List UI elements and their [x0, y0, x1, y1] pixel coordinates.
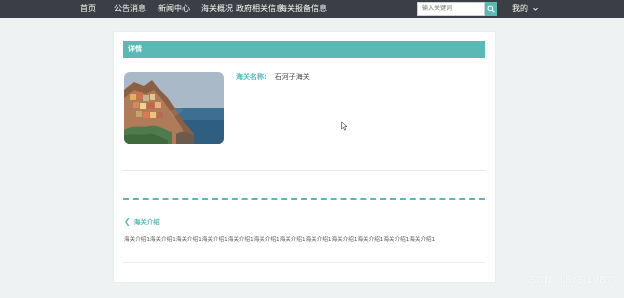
- csdn-watermark: CSDN @BYSJ1987: [523, 275, 612, 286]
- nav-government-info[interactable]: 政府相关信息: [236, 3, 284, 15]
- search-input[interactable]: [417, 2, 485, 16]
- bottom-separator: [123, 262, 485, 263]
- nav-announcements[interactable]: 公告消息: [114, 3, 146, 15]
- top-navigation-bar: 首页 公告消息 新闻中心 海关概况 政府相关信息 海关报备信息 我的: [0, 0, 624, 18]
- detail-card: 详情 海关名称: 石河子海关 ❮ 海关介绍 海关介绍1海关介绍1海关介绍1海关介…: [114, 32, 495, 282]
- intro-heading: ❮ 海关介绍: [124, 217, 160, 227]
- nav-customs-overview[interactable]: 海关概况: [201, 3, 233, 15]
- detail-title: 详情: [128, 45, 142, 53]
- landscape-image: [124, 72, 224, 144]
- chevron-left-icon: ❮: [124, 217, 131, 226]
- chevron-down-icon: [533, 7, 538, 11]
- user-menu-label: 我的: [512, 4, 528, 13]
- customs-name-row: 海关名称: 石河子海关: [236, 72, 310, 82]
- search-button[interactable]: [485, 2, 497, 16]
- nav-customs-filing-info[interactable]: 海关报备信息: [279, 3, 327, 15]
- nav-news-center[interactable]: 新闻中心: [158, 3, 190, 15]
- customs-name-label: 海关名称:: [236, 73, 267, 81]
- intro-body: 海关介绍1海关介绍1海关介绍1海关介绍1海关介绍1海关介绍1海关介绍1海关介绍1…: [124, 237, 436, 243]
- nav-home[interactable]: 首页: [80, 3, 96, 15]
- intro-title: 海关介绍: [133, 218, 160, 226]
- mouse-cursor-icon: [341, 121, 347, 131]
- customs-photo: [124, 72, 224, 144]
- customs-name-value: 石河子海关: [274, 73, 310, 81]
- dashed-divider: [123, 198, 485, 200]
- user-menu[interactable]: 我的: [512, 3, 539, 15]
- detail-section-header: 详情: [123, 41, 485, 58]
- separator-line: [123, 170, 485, 171]
- search-icon: [487, 5, 495, 13]
- search-bar: [417, 2, 497, 16]
